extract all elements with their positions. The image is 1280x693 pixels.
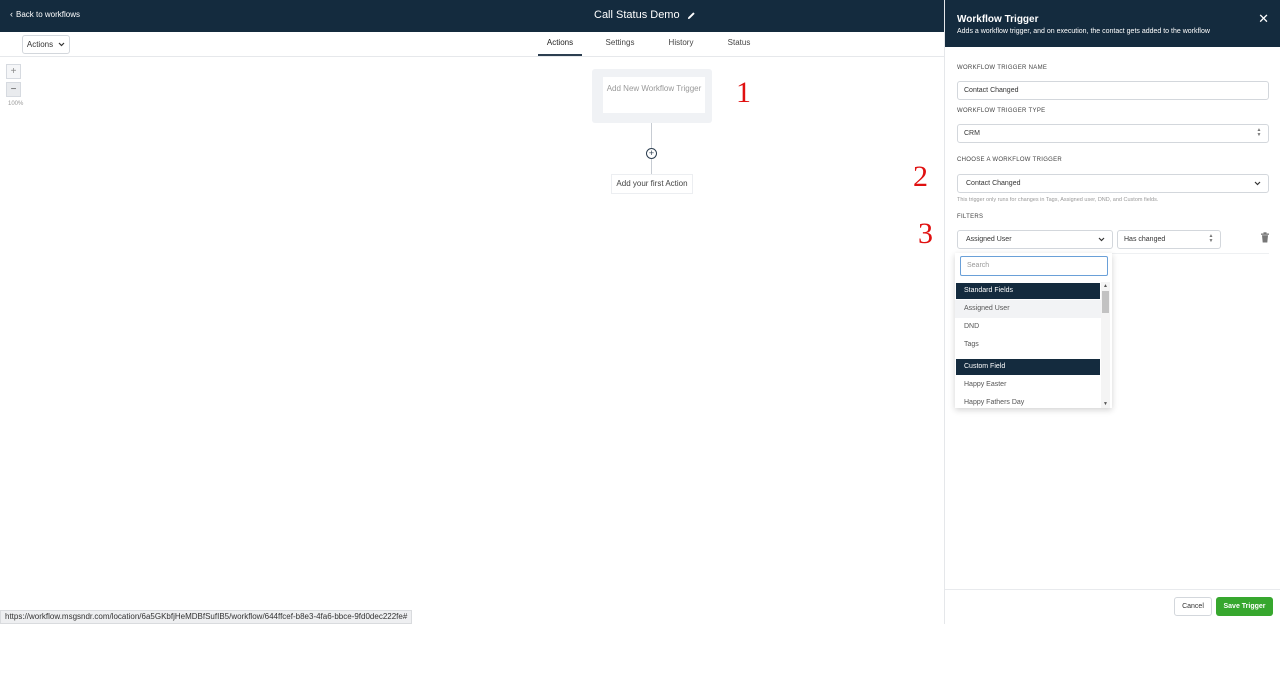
scrollbar-thumb[interactable] xyxy=(1102,291,1109,313)
workflow-title: Call Status Demo xyxy=(594,9,696,21)
dropdown-scrollbar[interactable]: ▲ ▼ xyxy=(1101,282,1110,408)
dropdown-option[interactable]: Tags xyxy=(955,336,1101,354)
dropdown-option[interactable]: Assigned User xyxy=(955,300,1101,318)
back-to-workflows-link[interactable]: ‹ Back to workflows xyxy=(10,9,81,20)
tab-history[interactable]: History xyxy=(658,32,704,56)
dropdown-option[interactable]: Happy Easter xyxy=(955,376,1101,394)
back-label: Back to workflows xyxy=(16,10,81,19)
chevron-down-icon xyxy=(58,42,65,47)
choose-trigger-value: Contact Changed xyxy=(966,180,1021,187)
zoom-level: 100% xyxy=(8,101,24,107)
scroll-up-arrow-icon[interactable]: ▲ xyxy=(1103,283,1108,289)
panel-header: Workflow Trigger Adds a workflow trigger… xyxy=(945,0,1280,47)
filter-operator-value: Has changed xyxy=(1124,236,1166,243)
scroll-down-arrow-icon[interactable]: ▼ xyxy=(1103,401,1108,407)
filter-field-dropdown: Search Standard Fields Assigned User DND… xyxy=(955,253,1112,408)
chevron-down-icon xyxy=(1254,181,1261,186)
trigger-type-label: WORKFLOW TRIGGER TYPE xyxy=(957,108,1046,114)
top-bar: ‹ Back to workflows Call Status Demo xyxy=(0,0,944,32)
trigger-name-label: WORKFLOW TRIGGER NAME xyxy=(957,65,1048,71)
status-bar-url: https://workflow.msgsndr.com/location/6a… xyxy=(0,610,413,624)
tab-actions[interactable]: Actions xyxy=(538,32,582,56)
chevron-down-icon xyxy=(1098,237,1105,242)
trigger-name-input[interactable]: Contact Changed xyxy=(957,81,1269,100)
cancel-button[interactable]: Cancel xyxy=(1174,597,1212,616)
add-trigger-button[interactable]: Add New Workflow Trigger xyxy=(603,77,705,113)
connector-line xyxy=(651,123,652,148)
dropdown-option[interactable]: DND xyxy=(955,318,1101,336)
close-icon[interactable]: ✕ xyxy=(1258,12,1269,25)
choose-trigger-label: CHOOSE A WORKFLOW TRIGGER xyxy=(957,157,1063,163)
dropdown-group-header: Standard Fields xyxy=(956,283,1100,299)
updown-arrows-icon: ▲ ▼ xyxy=(1256,127,1262,138)
tab-status[interactable]: Status xyxy=(704,32,774,56)
workflow-title-text: Call Status Demo xyxy=(594,9,680,21)
trigger-card: Add New Workflow Trigger xyxy=(592,69,712,123)
panel-title: Workflow Trigger xyxy=(957,14,1039,25)
dropdown-option[interactable]: Happy Fathers Day xyxy=(955,394,1101,408)
dropdown-group-header: Custom Field xyxy=(956,359,1100,375)
annotation-number: 3 xyxy=(918,217,933,250)
actions-dropdown-label: Actions xyxy=(26,40,54,49)
filter-operator-select[interactable]: Has changed ▲ ▼ xyxy=(1117,230,1221,249)
pencil-icon[interactable] xyxy=(687,11,696,20)
trigger-type-value: CRM xyxy=(964,130,980,137)
save-trigger-button[interactable]: Save Trigger xyxy=(1216,597,1273,616)
trigger-hint-text: This trigger only runs for changes in Ta… xyxy=(957,197,1159,203)
filter-field-value: Assigned User xyxy=(966,236,1012,243)
actions-dropdown[interactable]: Actions xyxy=(22,35,70,54)
choose-trigger-select[interactable]: Contact Changed xyxy=(957,174,1269,193)
trigger-type-select[interactable]: CRM ▲ ▼ xyxy=(957,124,1269,143)
annotation-number: 2 xyxy=(913,160,928,193)
filters-label: FILTERS xyxy=(957,214,984,220)
trash-icon[interactable] xyxy=(1260,232,1270,243)
sub-bar: Actions Actions Settings History Status xyxy=(0,32,944,57)
add-action-plus-icon[interactable]: + xyxy=(646,148,657,159)
dropdown-list: Standard Fields Assigned User DND Tags C… xyxy=(955,282,1101,408)
panel-subtitle: Adds a workflow trigger, and on executio… xyxy=(957,28,1210,35)
updown-arrows-icon: ▲ ▼ xyxy=(1208,233,1214,244)
zoom-in-button[interactable]: + xyxy=(6,64,21,79)
dropdown-search-input[interactable]: Search xyxy=(960,256,1108,276)
annotation-number: 1 xyxy=(736,76,751,109)
dropdown-spacer xyxy=(955,354,1101,358)
panel-footer-divider xyxy=(945,589,1280,590)
tab-settings[interactable]: Settings xyxy=(582,32,658,56)
filter-field-select[interactable]: Assigned User xyxy=(957,230,1113,249)
zoom-out-button[interactable]: − xyxy=(6,82,21,97)
chevron-left-icon: ‹ xyxy=(10,9,13,19)
connector-line xyxy=(651,159,652,174)
tab-bar: Actions Settings History Status xyxy=(538,32,774,56)
add-first-action-button[interactable]: Add your first Action xyxy=(611,174,693,194)
